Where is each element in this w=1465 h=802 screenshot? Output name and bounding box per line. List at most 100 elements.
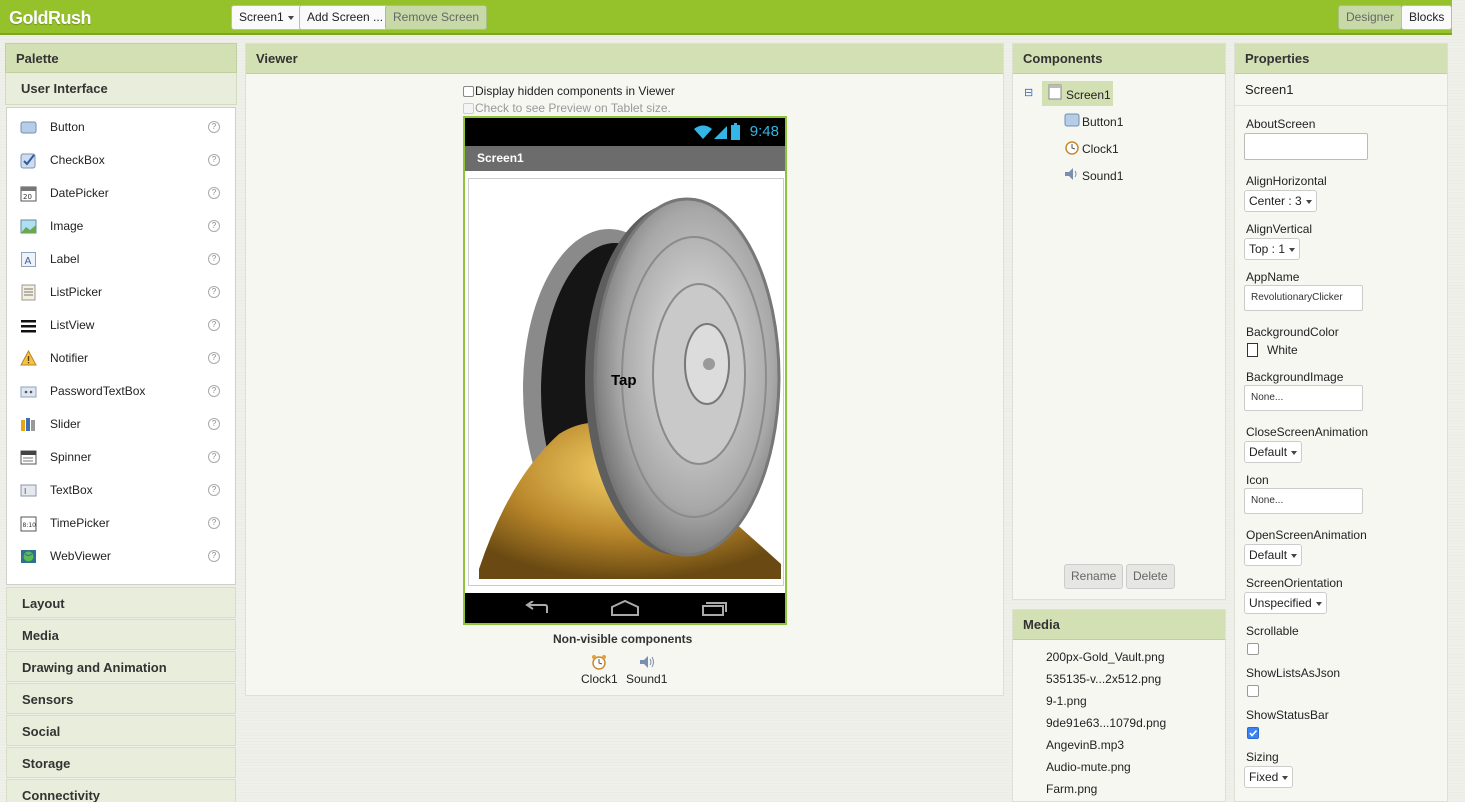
icon-input[interactable]: None... (1244, 488, 1363, 514)
palette-item-button[interactable]: Button ? (7, 111, 235, 144)
speaker-icon (1065, 168, 1077, 180)
palette-category-layout[interactable]: Layout (6, 587, 236, 618)
help-icon[interactable]: ? (208, 517, 220, 529)
screenorientation-dropdown[interactable]: Unspecified (1244, 592, 1327, 614)
signal-icon (714, 126, 727, 139)
hidden-components-checkbox[interactable] (463, 86, 474, 97)
nonvisible-title: Non-visible components (553, 632, 693, 646)
palette-category-sensors[interactable]: Sensors (6, 683, 236, 714)
remove-screen-button[interactable]: Remove Screen (385, 5, 488, 30)
tree-screen1[interactable]: Screen1 (1066, 88, 1111, 102)
palette-item-spinner[interactable]: Spinner ? (7, 441, 235, 474)
media-file[interactable]: 9-1.png (1046, 694, 1087, 708)
palette-category-storage[interactable]: Storage (6, 747, 236, 778)
help-icon[interactable]: ? (208, 187, 220, 199)
media-file[interactable]: 9de91e63...1079d.png (1046, 716, 1166, 730)
hidden-components-label: Display hidden components in Viewer (475, 84, 675, 98)
add-screen-button[interactable]: Add Screen ... (299, 5, 392, 30)
media-file[interactable]: 535135-v...2x512.png (1046, 672, 1161, 686)
palette-item-slider[interactable]: Slider ? (7, 408, 235, 441)
screen-select[interactable]: Screen1 (231, 5, 302, 30)
showstatusbar-checkbox[interactable] (1247, 727, 1259, 739)
help-icon[interactable]: ? (208, 154, 220, 166)
palette-item-timepicker[interactable]: 8:10 TimePicker ? (7, 507, 235, 540)
color-swatch[interactable] (1247, 343, 1258, 357)
listview-icon (21, 320, 36, 333)
backgroundimage-input[interactable]: None... (1244, 385, 1363, 411)
screen-icon (1048, 84, 1062, 100)
palette-category-social[interactable]: Social (6, 715, 236, 746)
help-icon[interactable]: ? (208, 220, 220, 232)
media-title: Media (1013, 610, 1225, 640)
scrollable-checkbox[interactable] (1247, 643, 1259, 655)
delete-button[interactable]: Delete (1126, 564, 1175, 589)
palette-item-label: CheckBox (50, 153, 105, 167)
help-icon[interactable]: ? (208, 484, 220, 496)
tablet-preview-checkbox[interactable] (463, 103, 474, 114)
palette-item-label[interactable]: A Label ? (7, 243, 235, 276)
palette-category-drawing[interactable]: Drawing and Animation (6, 651, 236, 682)
openscreenanimation-dropdown[interactable]: Default (1244, 544, 1303, 566)
tree-button1[interactable]: Button1 (1082, 115, 1123, 129)
help-icon[interactable]: ? (208, 286, 220, 298)
alignvertical-dropdown[interactable]: Top : 1 (1244, 238, 1301, 260)
palette-section-user-interface[interactable]: User Interface (5, 73, 237, 105)
prop-closescreenanimation-label: CloseScreenAnimation (1246, 425, 1369, 439)
palette-category-media[interactable]: Media (6, 619, 236, 650)
palette-item-label: Spinner (50, 450, 92, 464)
tap-button[interactable]: Tap (468, 178, 784, 586)
prop-showlistsasjson-label: ShowListsAsJson (1246, 666, 1341, 680)
backgroundcolor-value[interactable]: White (1267, 343, 1298, 357)
media-file[interactable]: Farm.png (1046, 782, 1097, 796)
help-icon[interactable]: ? (208, 253, 220, 265)
alignhorizontal-dropdown[interactable]: Center : 3 (1244, 190, 1317, 212)
palette-item-webviewer[interactable]: WebViewer ? (7, 540, 235, 573)
appname-input[interactable]: RevolutionaryClicker (1244, 285, 1363, 311)
spinner-icon (20, 450, 37, 465)
nonvisible-sound1[interactable]: Sound1 (626, 672, 667, 686)
media-file[interactable]: Audio-mute.png (1046, 760, 1131, 774)
palette-item-passwordtextbox[interactable]: PasswordTextBox ? (7, 375, 235, 408)
closescreenanimation-dropdown[interactable]: Default (1244, 441, 1303, 463)
palette-item-checkbox[interactable]: CheckBox ? (7, 144, 235, 177)
palette-category-connectivity[interactable]: Connectivity (6, 779, 236, 802)
palette-item-label: Slider (50, 417, 81, 431)
svg-text:8:10: 8:10 (23, 522, 37, 529)
help-icon[interactable]: ? (208, 451, 220, 463)
tree-clock1[interactable]: Clock1 (1082, 142, 1119, 156)
listpicker-icon (21, 284, 36, 301)
help-icon[interactable]: ? (208, 385, 220, 397)
globe-icon (21, 550, 36, 563)
rename-button[interactable]: Rename (1064, 564, 1124, 589)
checkmark-icon (1249, 729, 1258, 737)
palette-item-textbox[interactable]: I TextBox ? (7, 474, 235, 507)
help-icon[interactable]: ? (208, 550, 220, 562)
palette-item-image[interactable]: Image ? (7, 210, 235, 243)
help-icon[interactable]: ? (208, 121, 220, 133)
palette-item-datepicker[interactable]: 20 DatePicker ? (7, 177, 235, 210)
slider-icon (21, 418, 35, 431)
prop-scrollable-label: Scrollable (1246, 624, 1299, 638)
prop-sizing-label: Sizing (1246, 750, 1279, 764)
media-file[interactable]: 200px-Gold_Vault.png (1046, 650, 1165, 664)
collapse-icon[interactable]: ⊟ (1024, 86, 1033, 99)
timepicker-icon: 8:10 (20, 516, 37, 532)
recents-icon (702, 602, 727, 616)
blocks-button[interactable]: Blocks (1401, 5, 1453, 30)
palette-item-notifier[interactable]: Notifier ? (7, 342, 235, 375)
help-icon[interactable]: ? (208, 319, 220, 331)
designer-button[interactable]: Designer (1338, 5, 1403, 30)
palette-item-listpicker[interactable]: ListPicker ? (7, 276, 235, 309)
chevron-down-icon (1315, 601, 1322, 606)
help-icon[interactable]: ? (208, 352, 220, 364)
tree-sound1[interactable]: Sound1 (1082, 169, 1123, 183)
showlistsasjson-checkbox[interactable] (1247, 685, 1259, 697)
palette-item-label: Button (50, 120, 85, 134)
aboutscreen-textarea[interactable] (1244, 133, 1368, 160)
help-icon[interactable]: ? (208, 418, 220, 430)
sizing-dropdown[interactable]: Fixed (1244, 766, 1294, 788)
nonvisible-clock1[interactable]: Clock1 (581, 672, 618, 686)
media-file[interactable]: AngevinB.mp3 (1046, 738, 1124, 752)
palette-item-label: ListPicker (50, 285, 103, 299)
palette-item-listview[interactable]: ListView ? (7, 309, 235, 342)
